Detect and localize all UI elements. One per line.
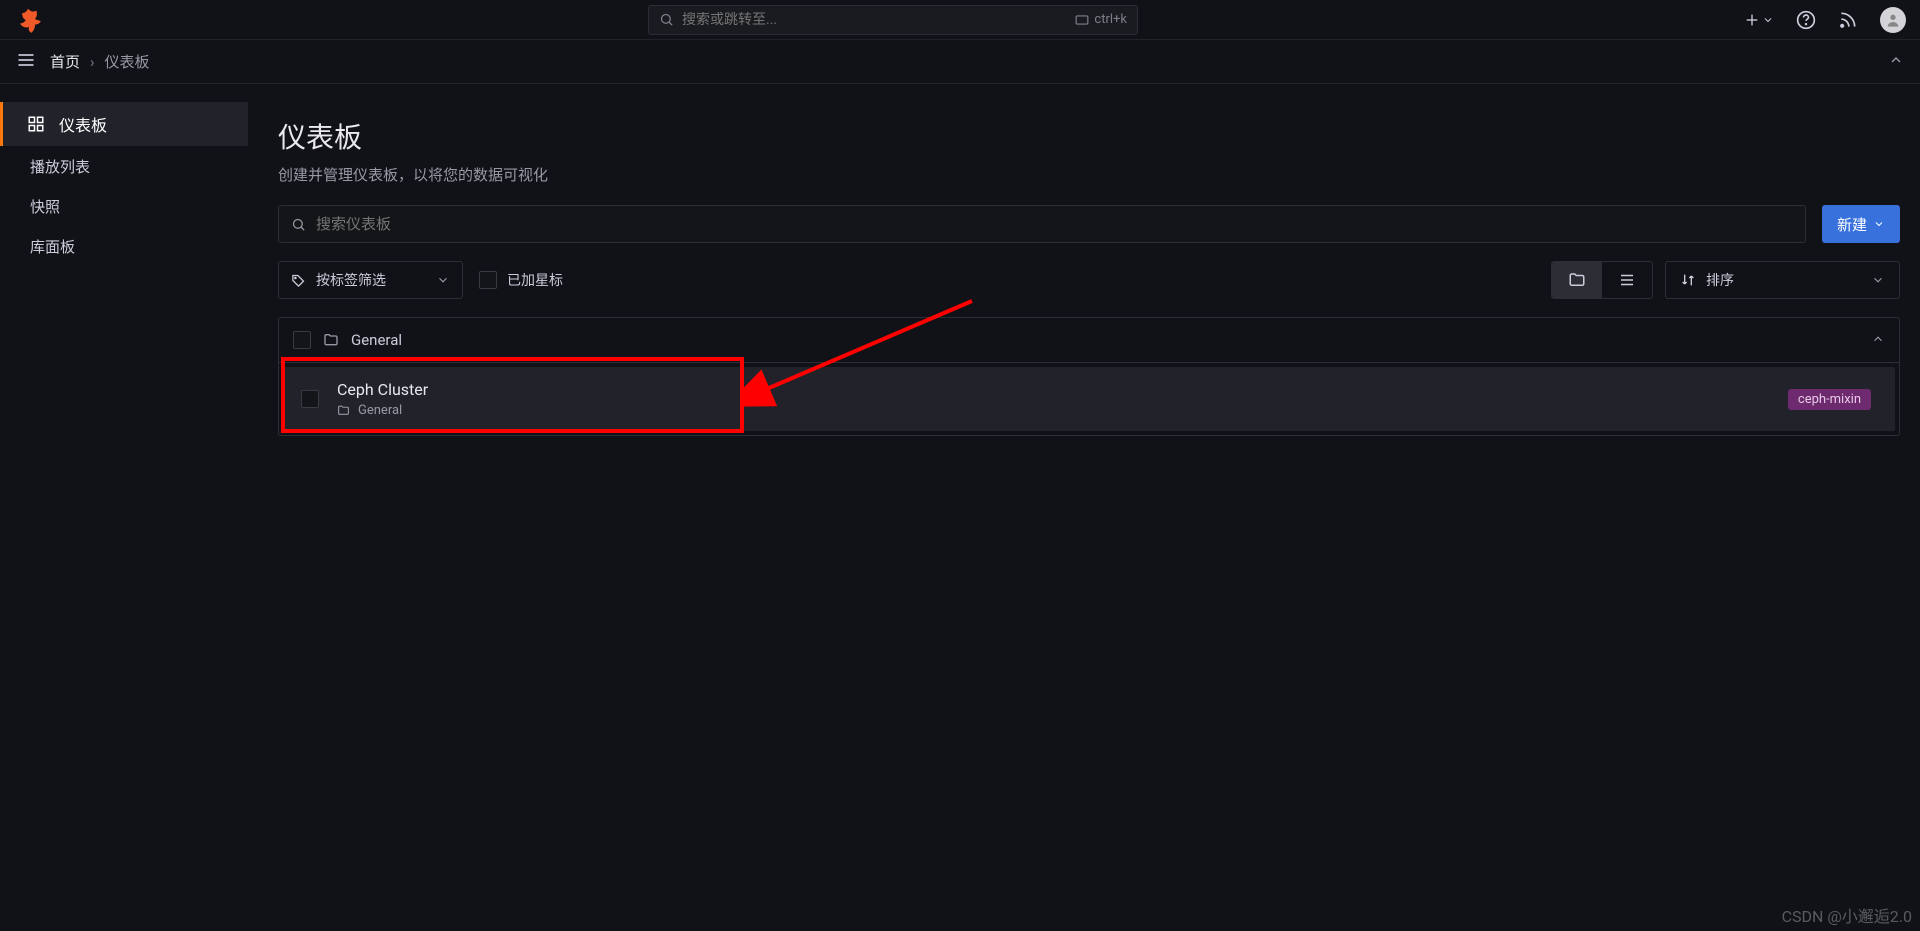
search-icon (291, 217, 306, 232)
dashboard-tag[interactable]: ceph-mixin (1788, 389, 1871, 410)
sidebar-item-library-panels[interactable]: 库面板 (0, 226, 248, 266)
news-icon[interactable] (1838, 10, 1858, 30)
add-button[interactable] (1744, 12, 1774, 28)
breadcrumb-bar: 首页 › 仪表板 (0, 40, 1920, 84)
main-content: 仪表板 创建并管理仪表板，以将您的数据可视化 新建 按标签筛选 (248, 84, 1920, 931)
collapse-icon[interactable] (1888, 52, 1904, 72)
dashboard-item-ceph-cluster[interactable]: Ceph Cluster General ceph-mixin (283, 367, 1895, 431)
top-navbar: ctrl+k (0, 0, 1920, 40)
topbar-right (1744, 7, 1906, 33)
dashboard-search[interactable] (278, 205, 1806, 243)
folder-row-general[interactable]: General (278, 317, 1900, 363)
tag-icon (291, 273, 306, 288)
sidebar-item-label: 库面板 (30, 236, 75, 257)
chevron-down-icon (1873, 218, 1885, 230)
checkbox[interactable] (293, 331, 311, 349)
folder-name: General (351, 331, 402, 349)
dashboard-folder: General (337, 403, 428, 418)
global-search[interactable]: ctrl+k (648, 5, 1138, 35)
menu-toggle-icon[interactable] (16, 50, 36, 74)
breadcrumb: 首页 › 仪表板 (50, 51, 150, 72)
watermark: CSDN @小邂逅2.0 (1782, 903, 1912, 927)
user-avatar[interactable] (1880, 7, 1906, 33)
sidebar: 仪表板 播放列表 快照 库面板 (0, 84, 248, 931)
list-view-button[interactable] (1602, 262, 1652, 298)
sidebar-item-label: 仪表板 (59, 112, 107, 136)
search-row: 新建 (278, 205, 1900, 243)
new-button-label: 新建 (1837, 214, 1867, 235)
tag-filter-select[interactable]: 按标签筛选 (278, 261, 463, 299)
grafana-logo-icon[interactable] (14, 6, 42, 34)
page-subtitle: 创建并管理仪表板，以将您的数据可视化 (278, 164, 1900, 185)
sidebar-item-playlists[interactable]: 播放列表 (0, 146, 248, 186)
filter-row: 按标签筛选 已加星标 (278, 261, 1900, 299)
folder-view-button[interactable] (1552, 262, 1602, 298)
sidebar-item-label: 播放列表 (30, 156, 90, 177)
folder-icon (337, 404, 350, 417)
help-icon[interactable] (1796, 10, 1816, 30)
view-toggle (1551, 261, 1653, 299)
chevron-down-icon (1871, 273, 1885, 287)
topbar-center: ctrl+k (42, 5, 1744, 35)
dashboard-search-input[interactable] (316, 215, 1793, 233)
filter-right: 排序 (1551, 261, 1900, 299)
breadcrumb-home[interactable]: 首页 (50, 51, 80, 72)
tag-filter-label: 按标签筛选 (316, 270, 386, 290)
breadcrumb-current: 仪表板 (105, 51, 150, 72)
breadcrumb-separator: › (90, 53, 95, 71)
sidebar-item-dashboards[interactable]: 仪表板 (0, 102, 248, 146)
dashboard-list: Ceph Cluster General ceph-mixin (278, 363, 1900, 436)
dashboard-folder-name: General (358, 403, 402, 418)
sidebar-item-snapshots[interactable]: 快照 (0, 186, 248, 226)
dashboard-icon (27, 115, 45, 133)
sort-label: 排序 (1706, 270, 1734, 290)
chevron-down-icon (436, 273, 450, 287)
new-button[interactable]: 新建 (1822, 205, 1900, 243)
page-title: 仪表板 (278, 116, 1900, 156)
global-search-input[interactable] (682, 12, 1075, 28)
sort-select[interactable]: 排序 (1665, 261, 1900, 299)
kbd-shortcut-text: ctrl+k (1094, 12, 1127, 27)
dashboard-info: Ceph Cluster General (337, 380, 428, 418)
starred-label: 已加星标 (507, 270, 563, 290)
sidebar-item-label: 快照 (30, 196, 60, 217)
search-icon (659, 12, 674, 27)
folder-icon (1568, 271, 1586, 289)
checkbox[interactable] (301, 390, 319, 408)
starred-filter[interactable]: 已加星标 (479, 270, 563, 290)
chevron-up-icon (1871, 331, 1885, 350)
sort-icon (1680, 272, 1696, 288)
folder-icon (323, 332, 339, 348)
kbd-shortcut-hint: ctrl+k (1075, 12, 1127, 27)
list-icon (1618, 271, 1636, 289)
checkbox[interactable] (479, 271, 497, 289)
body: 仪表板 播放列表 快照 库面板 仪表板 创建并管理仪表板，以将您的数据可视化 新… (0, 84, 1920, 931)
dashboard-title: Ceph Cluster (337, 380, 428, 399)
